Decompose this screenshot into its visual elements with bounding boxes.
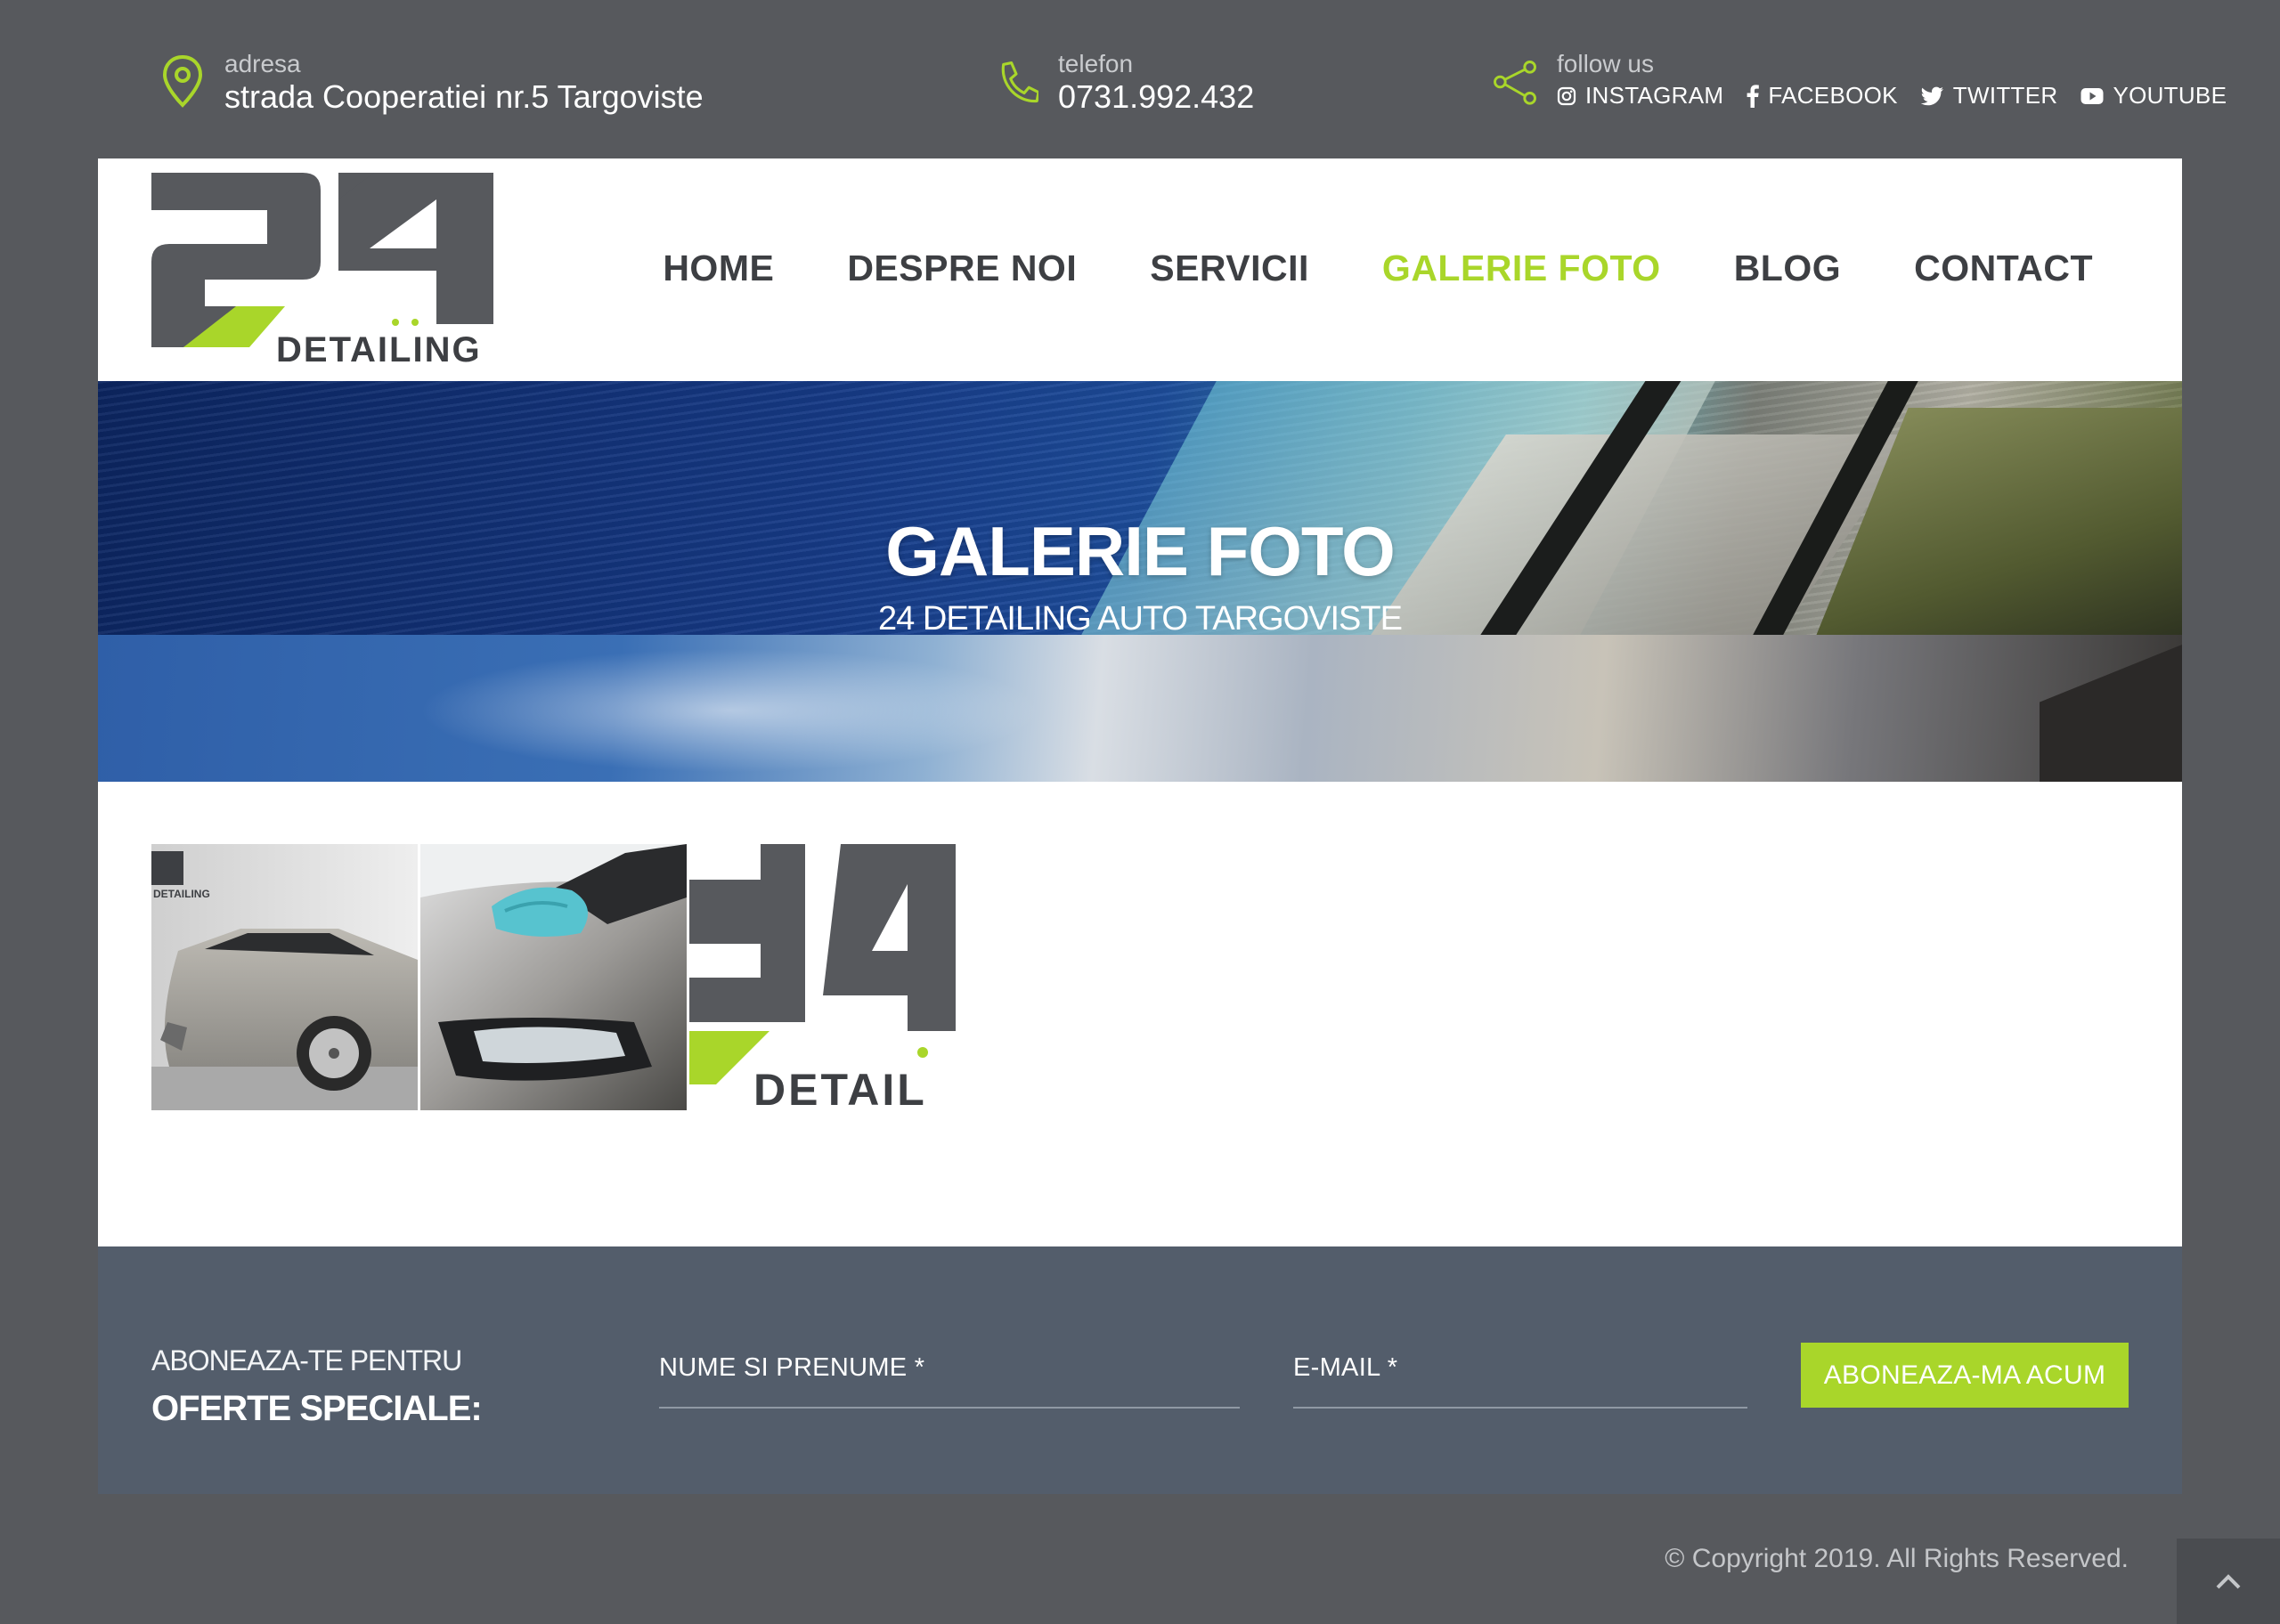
twitter-icon [1920,86,1943,105]
hero-banner: GALERIE FOTO 24 DETAILING AUTO TARGOVIST… [98,381,2182,782]
newsletter-subscribe: ABONEAZA-TE PENTRU OFERTE SPECIALE: NUME… [98,1246,2182,1494]
hero-bg-sky [98,635,2182,782]
map-pin-icon [162,54,203,108]
logo-24-detailing-icon: DETAILING [151,173,493,369]
scroll-to-top-button[interactable] [2177,1539,2280,1624]
subscribe-pretitle: ABONEAZA-TE PENTRU [151,1344,462,1376]
twitter-label: TWITTER [1952,82,2058,109]
chevron-up-icon [2216,1574,2241,1589]
address-info: adresa strada Cooperatiei nr.5 Targovist… [160,50,704,116]
instagram-label: INSTAGRAM [1585,82,1724,109]
main-nav: HOME DESPRE NOI SERVICII GALERIE FOTO BL… [590,248,2093,289]
page-title: GALERIE FOTO [885,512,1396,590]
nav-contact[interactable]: CONTACT [1914,248,2093,289]
phone-value[interactable]: 0731.992.432 [1058,78,1254,116]
logo-photo-image: DETAIL [689,844,956,1110]
hero-bg-cloud [419,648,1042,773]
logo-word: DETAILING [276,330,482,365]
email-input[interactable]: E-MAIL * [1293,1353,1747,1409]
email-input-placeholder: E-MAIL * [1293,1353,1398,1382]
site-header: DETAILING HOME DESPRE NOI SERVICII GALER… [98,158,2182,381]
follow-info: follow us INSTAGRAM FACEBOOK TWITTER YOU… [1493,50,2227,110]
youtube-icon [2080,87,2104,104]
address-value: strada Cooperatiei nr.5 Targoviste [224,78,704,115]
name-input-placeholder: NUME SI PRENUME * [659,1353,925,1382]
facebook-icon [1747,84,1760,108]
top-info-bar: adresa strada Cooperatiei nr.5 Targovist… [0,0,2280,158]
gallery-thumb-polish[interactable] [420,844,687,1110]
instagram-link[interactable]: INSTAGRAM [1557,82,1723,110]
gallery-thumb-car[interactable]: DETAILING [151,844,418,1110]
page-subtitle: 24 DETAILING AUTO TARGOVISTE [878,600,1403,637]
address-label: adresa [224,50,301,77]
nav-home[interactable]: HOME [663,248,774,289]
copyright-text: © Copyright 2019. All Rights Reserved. [1665,1544,2129,1573]
subscribe-title: OFERTE SPECIALE: [151,1389,483,1428]
car-photo-image: DETAILING [151,844,418,1110]
facebook-link[interactable]: FACEBOOK [1747,82,1897,110]
polish-photo-image [420,844,687,1110]
phone-icon [1001,61,1038,102]
nav-servicii[interactable]: SERVICII [1150,248,1309,289]
logo-photo-text: DETAIL [753,1065,927,1110]
subscribe-button[interactable]: ABONEAZA-MA ACUM [1801,1343,2129,1408]
nav-galerie-foto[interactable]: GALERIE FOTO [1382,248,1661,289]
gallery-thumb-logo[interactable]: DETAIL [689,844,956,1110]
phone-label: telefon [1058,50,1134,77]
main-content-card: DETAILING HOME DESPRE NOI SERVICII GALER… [98,158,2182,1246]
site-logo[interactable]: DETAILING [151,173,493,369]
social-links: INSTAGRAM FACEBOOK TWITTER YOUTUBE [1557,82,2227,110]
photo-gallery: DETAILING DETAIL [151,844,958,1110]
share-icon [1494,61,1536,105]
phone-info: telefon 0731.992.432 [994,50,1254,116]
follow-label: follow us [1557,50,1654,77]
youtube-link[interactable]: YOUTUBE [2080,82,2227,110]
twitter-link[interactable]: TWITTER [1920,82,2058,110]
svg-text:DETAILING: DETAILING [153,888,210,900]
nav-blog[interactable]: BLOG [1734,248,1841,289]
nav-despre-noi[interactable]: DESPRE NOI [847,248,1077,289]
name-input[interactable]: NUME SI PRENUME * [659,1353,1240,1409]
instagram-icon [1557,86,1576,105]
youtube-label: YOUTUBE [2113,82,2227,109]
facebook-label: FACEBOOK [1768,82,1898,109]
